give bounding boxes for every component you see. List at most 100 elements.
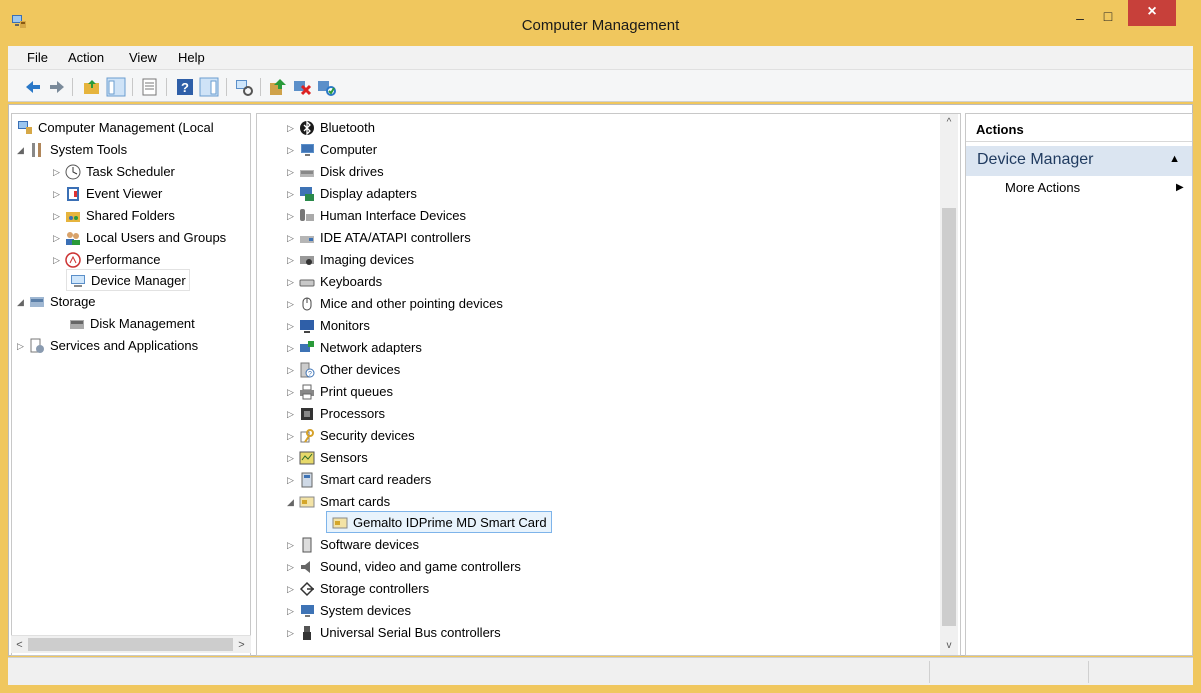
menu-file[interactable]: File bbox=[27, 50, 48, 65]
scrollbar-thumb[interactable] bbox=[28, 638, 233, 651]
show-hide-tree-icon[interactable] bbox=[106, 77, 126, 97]
device-category-smart-card-readers[interactable]: ▷ Smart card readers bbox=[287, 469, 431, 491]
expand-arrow-icon[interactable]: ▷ bbox=[287, 359, 299, 381]
expand-arrow-icon[interactable]: ▷ bbox=[287, 447, 299, 469]
maximize-button[interactable]: □ bbox=[1094, 2, 1122, 30]
tree-item-device-manager[interactable]: Device Manager bbox=[66, 269, 190, 291]
scroll-right-button[interactable]: > bbox=[233, 636, 250, 654]
tree-item-system-tools[interactable]: ◢ System Tools bbox=[17, 139, 127, 161]
close-button[interactable]: × bbox=[1128, 0, 1176, 26]
up-folder-icon[interactable] bbox=[82, 77, 102, 97]
device-category-mice[interactable]: ▷ Mice and other pointing devices bbox=[287, 293, 503, 315]
device-category-imaging[interactable]: ▷ Imaging devices bbox=[287, 249, 414, 271]
expand-arrow-icon[interactable]: ▷ bbox=[287, 534, 299, 556]
expand-arrow-icon[interactable]: ▷ bbox=[287, 315, 299, 337]
show-hide-action-pane-icon[interactable] bbox=[199, 77, 219, 97]
device-category-software[interactable]: ▷ Software devices bbox=[287, 534, 419, 556]
expand-arrow-icon[interactable]: ▷ bbox=[53, 249, 65, 271]
minimize-button[interactable]: – bbox=[1066, 4, 1094, 32]
collapse-arrow-icon[interactable]: ◢ bbox=[17, 291, 29, 313]
expand-arrow-icon[interactable]: ▷ bbox=[287, 139, 299, 161]
scroll-down-button[interactable]: v bbox=[940, 637, 958, 655]
expand-arrow-icon[interactable]: ▷ bbox=[287, 227, 299, 249]
network-adapter-icon bbox=[300, 341, 314, 352]
collapse-arrow-icon[interactable]: ◢ bbox=[287, 491, 299, 513]
tree-root[interactable]: Computer Management (Local bbox=[17, 117, 214, 139]
tree-item-shared-folders[interactable]: ▷ Shared Folders bbox=[53, 205, 175, 227]
collapse-triangle-icon[interactable]: ▲ bbox=[1169, 153, 1180, 165]
expand-arrow-icon[interactable]: ▷ bbox=[287, 556, 299, 578]
scroll-up-button[interactable]: ^ bbox=[940, 114, 958, 132]
expand-arrow-icon[interactable]: ▷ bbox=[53, 183, 65, 205]
device-category-computer[interactable]: ▷ Computer bbox=[287, 139, 377, 161]
expand-arrow-icon[interactable]: ▷ bbox=[17, 335, 29, 357]
expand-arrow-icon[interactable]: ▷ bbox=[287, 622, 299, 644]
device-category-monitors[interactable]: ▷ Monitors bbox=[287, 315, 370, 337]
device-category-storage-controllers[interactable]: ▷ Storage controllers bbox=[287, 578, 429, 600]
expand-arrow-icon[interactable]: ▷ bbox=[287, 117, 299, 139]
scroll-left-button[interactable]: < bbox=[11, 636, 28, 654]
expand-arrow-icon[interactable]: ▷ bbox=[287, 183, 299, 205]
expand-arrow-icon[interactable]: ▷ bbox=[53, 161, 65, 183]
device-category-keyboards[interactable]: ▷ Keyboards bbox=[287, 271, 382, 293]
scan-hardware-icon[interactable] bbox=[234, 77, 254, 97]
device-category-security[interactable]: ▷ Security devices bbox=[287, 425, 415, 447]
device-category-usb[interactable]: ▷ Universal Serial Bus controllers bbox=[287, 622, 501, 644]
expand-arrow-icon[interactable]: ▷ bbox=[287, 600, 299, 622]
tree-item-storage[interactable]: ◢ Storage bbox=[17, 291, 96, 313]
device-category-ide[interactable]: ▷ IDE ATA/ATAPI controllers bbox=[287, 227, 471, 249]
expand-arrow-icon[interactable]: ▷ bbox=[287, 249, 299, 271]
tree-item-services-apps[interactable]: ▷ Services and Applications bbox=[17, 335, 198, 357]
expand-arrow-icon[interactable]: ▷ bbox=[53, 227, 65, 249]
collapse-arrow-icon[interactable]: ◢ bbox=[17, 139, 29, 161]
expand-arrow-icon[interactable]: ▷ bbox=[287, 381, 299, 403]
expand-arrow-icon[interactable]: ▷ bbox=[53, 205, 65, 227]
device-category-disk-drives[interactable]: ▷ Disk drives bbox=[287, 161, 384, 183]
menu-view[interactable]: View bbox=[129, 50, 157, 65]
expand-arrow-icon[interactable]: ▷ bbox=[287, 337, 299, 359]
tree-item-task-scheduler[interactable]: ▷ Task Scheduler bbox=[53, 161, 175, 183]
expand-arrow-icon[interactable]: ▷ bbox=[287, 161, 299, 183]
expand-arrow-icon[interactable]: ▷ bbox=[287, 469, 299, 491]
update-driver-icon[interactable] bbox=[268, 77, 288, 97]
device-category-bluetooth[interactable]: ▷ Bluetooth bbox=[287, 117, 375, 139]
uninstall-icon[interactable] bbox=[292, 77, 312, 97]
device-category-label: Bluetooth bbox=[320, 120, 375, 135]
device-category-system-devices[interactable]: ▷ System devices bbox=[287, 600, 411, 622]
expand-arrow-icon[interactable]: ▷ bbox=[287, 403, 299, 425]
title-bar[interactable]: Computer Management – □ × bbox=[0, 0, 1201, 44]
device-category-processors[interactable]: ▷ Processors bbox=[287, 403, 385, 425]
menu-help[interactable]: Help bbox=[178, 50, 205, 65]
expand-arrow-icon[interactable]: ▷ bbox=[287, 578, 299, 600]
left-horizontal-scrollbar[interactable]: < > bbox=[11, 635, 251, 653]
device-category-display-adapters[interactable]: ▷ Display adapters bbox=[287, 183, 417, 205]
tree-item-event-viewer[interactable]: ▷ Event Viewer bbox=[53, 183, 162, 205]
device-manager-actions-section[interactable]: Device Manager ▲ bbox=[966, 146, 1192, 176]
device-gemalto-smart-card[interactable]: Gemalto IDPrime MD Smart Card bbox=[326, 511, 552, 533]
tree-item-local-users[interactable]: ▷ Local Users and Groups bbox=[53, 227, 226, 249]
forward-arrow-icon[interactable] bbox=[47, 77, 67, 97]
expand-arrow-icon[interactable]: ▷ bbox=[287, 293, 299, 315]
device-category-smart-cards[interactable]: ◢ Smart cards bbox=[287, 491, 390, 513]
device-category-hid[interactable]: ▷ Human Interface Devices bbox=[287, 205, 466, 227]
device-category-sound[interactable]: ▷ Sound, video and game controllers bbox=[287, 556, 521, 578]
device-tree-pane: ▷ Bluetooth ▷ Computer ▷ Disk drives ▷ Displ… bbox=[256, 113, 961, 656]
device-category-network[interactable]: ▷ Network adapters bbox=[287, 337, 422, 359]
device-tree-vertical-scrollbar[interactable]: ^ v bbox=[940, 114, 958, 655]
expand-arrow-icon[interactable]: ▷ bbox=[287, 205, 299, 227]
help-icon[interactable]: ? bbox=[175, 77, 195, 97]
more-actions-link[interactable]: More Actions bbox=[1005, 180, 1080, 195]
expand-arrow-icon[interactable]: ▷ bbox=[287, 425, 299, 447]
device-category-print-queues[interactable]: ▷ Print queues bbox=[287, 381, 393, 403]
tree-item-performance[interactable]: ▷ Performance bbox=[53, 249, 160, 271]
enable-device-icon[interactable] bbox=[316, 77, 336, 97]
back-arrow-icon[interactable] bbox=[23, 77, 43, 97]
tree-item-disk-management[interactable]: Disk Management bbox=[69, 313, 195, 335]
expand-arrow-icon[interactable]: ▷ bbox=[287, 271, 299, 293]
scrollbar-thumb[interactable] bbox=[942, 208, 956, 626]
device-category-other[interactable]: ▷? Other devices bbox=[287, 359, 400, 381]
menu-action[interactable]: Action bbox=[68, 50, 104, 65]
properties-icon[interactable] bbox=[140, 77, 160, 97]
device-category-sensors[interactable]: ▷ Sensors bbox=[287, 447, 368, 469]
processor-icon bbox=[301, 408, 313, 420]
